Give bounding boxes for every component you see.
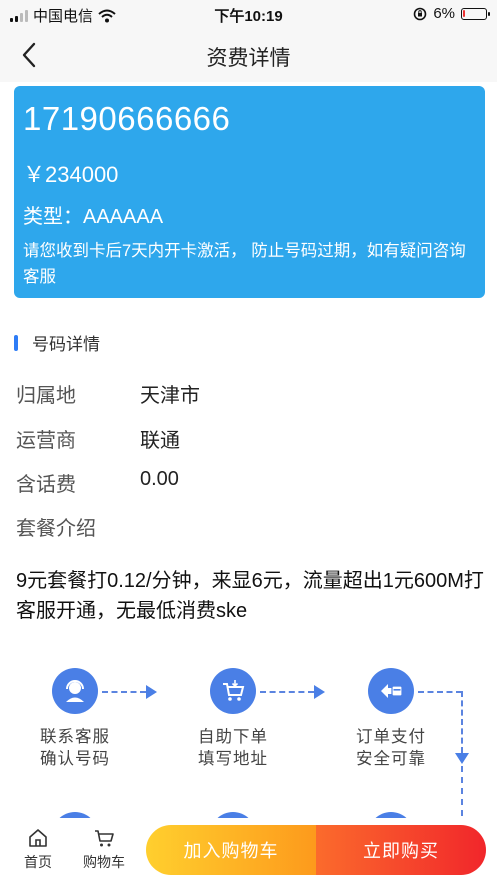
step-line2: 填写地址 bbox=[198, 750, 268, 768]
cart-icon bbox=[95, 830, 114, 847]
step-line1: 自助下单 bbox=[198, 728, 268, 746]
status-bar: 中国电信 下午10:19 6% bbox=[0, 0, 497, 28]
arrow-right-icon bbox=[314, 685, 325, 699]
plan-description: 9元套餐打0.12/分钟，来显6元，流量超出1元600M打客服开通，无最低消费s… bbox=[16, 570, 484, 622]
section-header: 号码详情 bbox=[14, 330, 100, 355]
battery-percent: 6% bbox=[433, 5, 455, 22]
detail-label: 含话费 bbox=[16, 474, 76, 496]
add-to-cart-button[interactable]: 加入购物车 bbox=[146, 825, 316, 875]
cart-icon bbox=[210, 668, 256, 714]
section-marker bbox=[14, 334, 18, 351]
action-buttons: 加入购物车 立即购买 bbox=[146, 825, 486, 875]
step-line1: 订单支付 bbox=[356, 728, 426, 746]
arrow-right-icon bbox=[146, 685, 157, 699]
step-line2: 安全可靠 bbox=[356, 750, 426, 768]
nav-bar: 资费详情 bbox=[0, 28, 497, 82]
customer-service-icon bbox=[52, 668, 98, 714]
detail-value: 0.00 bbox=[140, 468, 179, 490]
connector-line bbox=[418, 691, 462, 693]
arrow-down-icon bbox=[455, 753, 469, 764]
detail-label: 运营商 bbox=[16, 430, 76, 452]
process-step: 自助下单 填写地址 bbox=[168, 668, 298, 770]
buy-now-button[interactable]: 立即购买 bbox=[316, 825, 486, 875]
payment-icon bbox=[368, 668, 414, 714]
step-line1: 联系客服 bbox=[40, 728, 110, 746]
section-title: 号码详情 bbox=[32, 335, 100, 354]
purchase-process: 联系客服 确认号码 自助下单 填写地址 订单支付 安全可靠 bbox=[0, 660, 497, 830]
detail-value: 联通 bbox=[140, 430, 180, 452]
number-card: 17190666666 ￥234000 类型：AAAAAA 请您收到卡后7天内开… bbox=[14, 86, 485, 298]
detail-label: 归属地 bbox=[16, 385, 76, 407]
tab-home-label: 首页 bbox=[24, 854, 52, 870]
process-step: 联系客服 确认号码 bbox=[10, 668, 140, 770]
connector-line bbox=[461, 766, 463, 816]
home-icon bbox=[29, 829, 47, 847]
connector-line bbox=[102, 691, 146, 693]
connector-line bbox=[260, 691, 314, 693]
price-label: ￥234000 bbox=[23, 162, 119, 187]
detail-label: 套餐介绍 bbox=[16, 518, 96, 540]
bottom-bar: 首页 购物车 加入购物车 立即购买 bbox=[0, 818, 497, 883]
detail-value: 天津市 bbox=[140, 385, 200, 407]
connector-line bbox=[461, 691, 463, 753]
step-line2: 确认号码 bbox=[40, 750, 110, 768]
tab-home[interactable]: 首页 bbox=[8, 828, 68, 872]
battery-icon bbox=[461, 7, 490, 20]
activation-tip: 请您收到卡后7天内开卡激活， 防止号码过期，如有疑问咨询客服 bbox=[23, 242, 466, 286]
phone-number: 17190666666 bbox=[23, 100, 231, 137]
page-title: 资费详情 bbox=[206, 47, 291, 70]
tab-cart-label: 购物车 bbox=[83, 854, 125, 870]
tab-cart[interactable]: 购物车 bbox=[74, 828, 134, 872]
type-label: 类型：AAAAAA bbox=[23, 206, 164, 228]
process-step: 订单支付 安全可靠 bbox=[326, 668, 456, 770]
orientation-lock-icon bbox=[414, 7, 427, 20]
